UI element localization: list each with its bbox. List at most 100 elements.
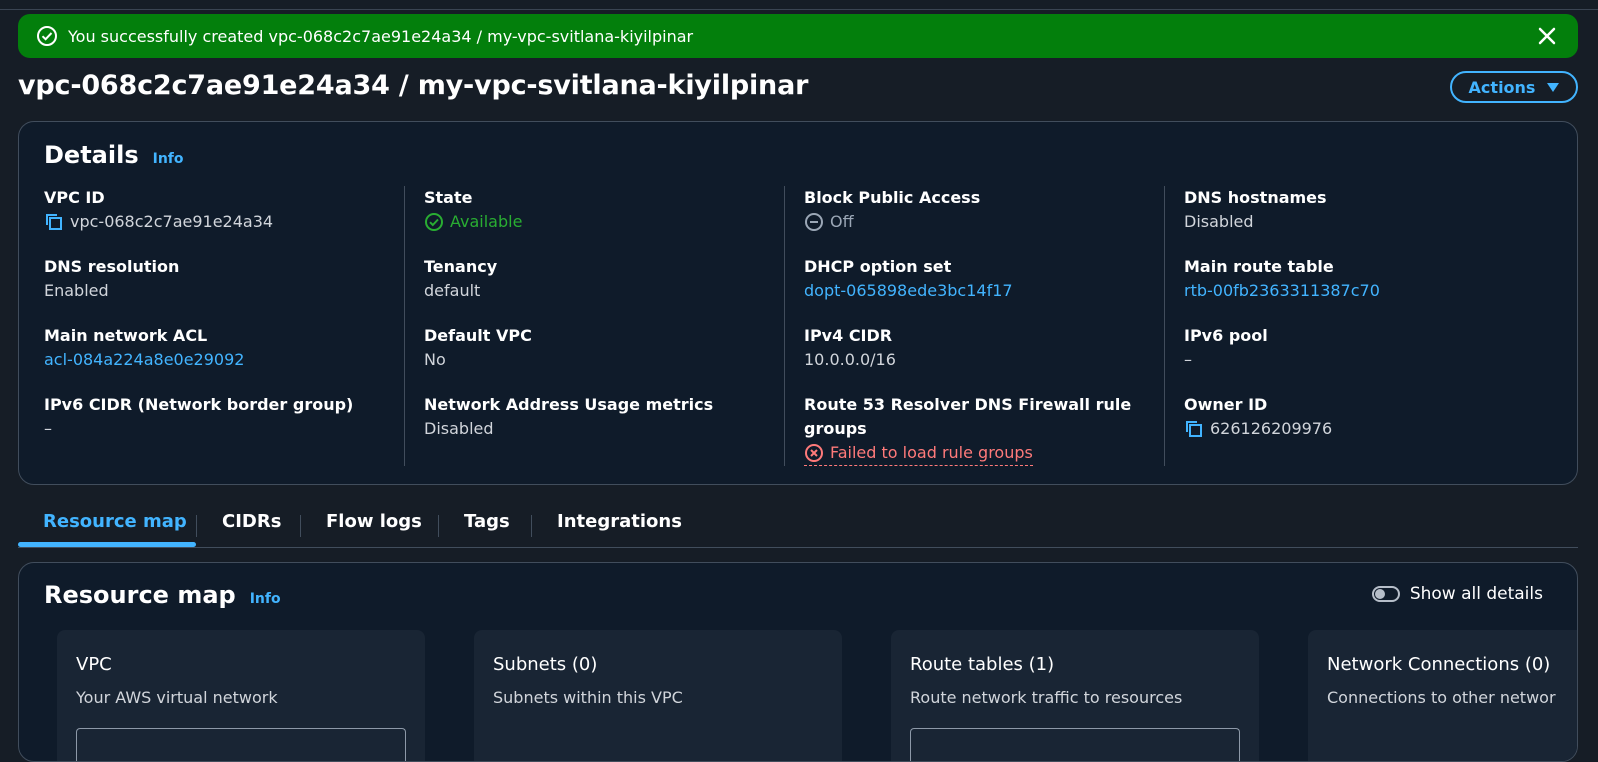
field-vpc-id: VPC ID vpc-068c2c7ae91e24a34 [44, 186, 404, 255]
field-ipv6-pool: IPv6 pool – [1184, 324, 1544, 393]
field-label: IPv6 pool [1184, 326, 1268, 345]
tab-separator [300, 515, 301, 537]
column-divider [1164, 186, 1165, 466]
block-public-access-value: Off [830, 212, 854, 231]
ipv6-pool-value: – [1184, 350, 1192, 369]
field-label: Tenancy [424, 257, 498, 276]
field-main-network-acl: Main network ACL acl-084a224a8e0e29092 [44, 324, 404, 393]
field-route53-firewall: Route 53 Resolver DNS Firewall rule grou… [804, 393, 1164, 466]
state-value: Available [450, 212, 523, 231]
field-label: DNS hostnames [1184, 188, 1327, 207]
toggle-label: Show all details [1409, 584, 1543, 604]
field-label: Route 53 Resolver DNS Firewall rule [804, 395, 1132, 414]
field-state: State Available [424, 186, 784, 255]
column-title: Subnets (0) [493, 654, 598, 675]
column-title: VPC [76, 654, 112, 675]
main-route-table-link[interactable]: rtb-00fb2363311387c70 [1184, 279, 1380, 303]
flash-message: You successfully created vpc-068c2c7ae91… [68, 26, 694, 46]
field-dns-resolution: DNS resolution Enabled [44, 255, 404, 324]
caret-down-icon [1547, 82, 1560, 92]
resource-map-info-link[interactable]: Info [250, 591, 281, 607]
field-label: State [424, 188, 473, 207]
ipv4-cidr-value: 10.0.0.0/16 [804, 350, 896, 369]
active-tab-indicator [18, 542, 196, 547]
field-label: Owner ID [1184, 395, 1268, 414]
field-label: IPv4 CIDR [804, 326, 893, 345]
details-column-2: State Available Tenancy default Default … [424, 186, 784, 462]
column-desc: Route network traffic to resources [910, 688, 1183, 707]
top-border [0, 0, 1598, 10]
actions-button[interactable]: Actions [1450, 71, 1578, 103]
tab-separator [438, 515, 439, 537]
field-block-public-access: Block Public Access Off [804, 186, 1164, 255]
show-all-details-toggle[interactable]: Show all details [1371, 584, 1543, 604]
owner-id-value: 626126209976 [1210, 419, 1333, 438]
field-dns-hostnames: DNS hostnames Disabled [1184, 186, 1544, 255]
success-flash-banner: You successfully created vpc-068c2c7ae91… [18, 14, 1578, 58]
field-label: Main network ACL [44, 326, 208, 345]
column-title: Route tables (1) [910, 654, 1055, 675]
resource-map-heading: Resource map [44, 581, 236, 609]
details-heading: Details [44, 141, 139, 169]
field-label: Block Public Access [804, 188, 981, 207]
details-column-3: Block Public Access Off DHCP option set … [804, 186, 1164, 466]
resource-map-column-subnets: Subnets (0) Subnets within this VPC [474, 630, 842, 761]
column-title: Network Connections (0) [1327, 654, 1551, 675]
field-nau-metrics: Network Address Usage metrics Disabled [424, 393, 784, 462]
tab-integrations[interactable]: Integrations [557, 511, 682, 532]
details-column-4: DNS hostnames Disabled Main route table … [1184, 186, 1544, 462]
vpc-id-value: vpc-068c2c7ae91e24a34 [70, 212, 274, 231]
dns-hostnames-value: Disabled [1184, 212, 1254, 231]
tab-tags[interactable]: Tags [464, 511, 510, 532]
dns-resolution-value: Enabled [44, 281, 109, 300]
resource-map-panel: Resource map Info Show all details VPC Y… [18, 562, 1578, 762]
field-label: VPC ID [44, 188, 105, 207]
status-off-icon [805, 213, 823, 231]
field-label: Default VPC [424, 326, 532, 345]
dhcp-option-set-link[interactable]: dopt-065898ede3bc14f17 [804, 279, 1013, 303]
route53-firewall-value: Failed to load rule groups [830, 443, 1033, 462]
details-column-1: VPC ID vpc-068c2c7ae91e24a34 DNS resolut… [44, 186, 404, 462]
tab-separator [531, 515, 532, 537]
tenancy-value: default [424, 281, 481, 300]
copy-icon[interactable] [44, 212, 64, 232]
field-owner-id: Owner ID 626126209976 [1184, 393, 1544, 462]
status-available-icon [425, 213, 443, 231]
tab-bar: Resource map CIDRs Flow logs Tags Integr… [18, 505, 1578, 548]
status-error-icon [805, 444, 823, 462]
details-info-link[interactable]: Info [153, 151, 184, 167]
column-desc: Subnets within this VPC [493, 688, 683, 707]
field-label-cont: groups [804, 419, 867, 438]
tab-flow-logs[interactable]: Flow logs [326, 511, 422, 532]
field-main-route-table: Main route table rtb-00fb2363311387c70 [1184, 255, 1544, 324]
resource-map-column-route-tables: Route tables (1) Route network traffic t… [891, 630, 1259, 761]
column-desc: Your AWS virtual network [76, 688, 278, 707]
column-divider [404, 186, 405, 466]
copy-icon[interactable] [1184, 419, 1204, 439]
field-default-vpc: Default VPC No [424, 324, 784, 393]
resource-map-column-network-connections: Network Connections (0) Connections to o… [1308, 630, 1577, 761]
vpc-node[interactable] [76, 728, 406, 761]
field-label: DNS resolution [44, 257, 180, 276]
ipv6-cidr-value: – [44, 419, 52, 438]
main-network-acl-link[interactable]: acl-084a224a8e0e29092 [44, 348, 244, 372]
toggle-switch-icon[interactable] [1371, 586, 1400, 602]
success-check-icon [37, 26, 57, 46]
close-icon[interactable] [1536, 25, 1558, 47]
route53-firewall-error[interactable]: Failed to load rule groups [804, 441, 1033, 466]
column-divider [784, 186, 785, 466]
field-label: IPv6 CIDR (Network border group) [44, 395, 354, 414]
tab-resource-map[interactable]: Resource map [43, 511, 187, 532]
resource-map-column-vpc: VPC Your AWS virtual network [57, 630, 425, 761]
tab-separator [196, 515, 197, 537]
field-dhcp-option-set: DHCP option set dopt-065898ede3bc14f17 [804, 255, 1164, 324]
column-desc: Connections to other networ [1327, 688, 1556, 707]
nau-metrics-value: Disabled [424, 419, 494, 438]
default-vpc-value: No [424, 350, 446, 369]
field-ipv4-cidr: IPv4 CIDR 10.0.0.0/16 [804, 324, 1164, 393]
details-panel: Details Info VPC ID vpc-068c2c7ae91e24a3… [18, 121, 1578, 485]
page-title: vpc-068c2c7ae91e24a34 / my-vpc-svitlana-… [18, 70, 809, 101]
route-table-node[interactable] [910, 728, 1240, 761]
tab-cidrs[interactable]: CIDRs [222, 511, 281, 532]
actions-button-label: Actions [1468, 77, 1536, 97]
